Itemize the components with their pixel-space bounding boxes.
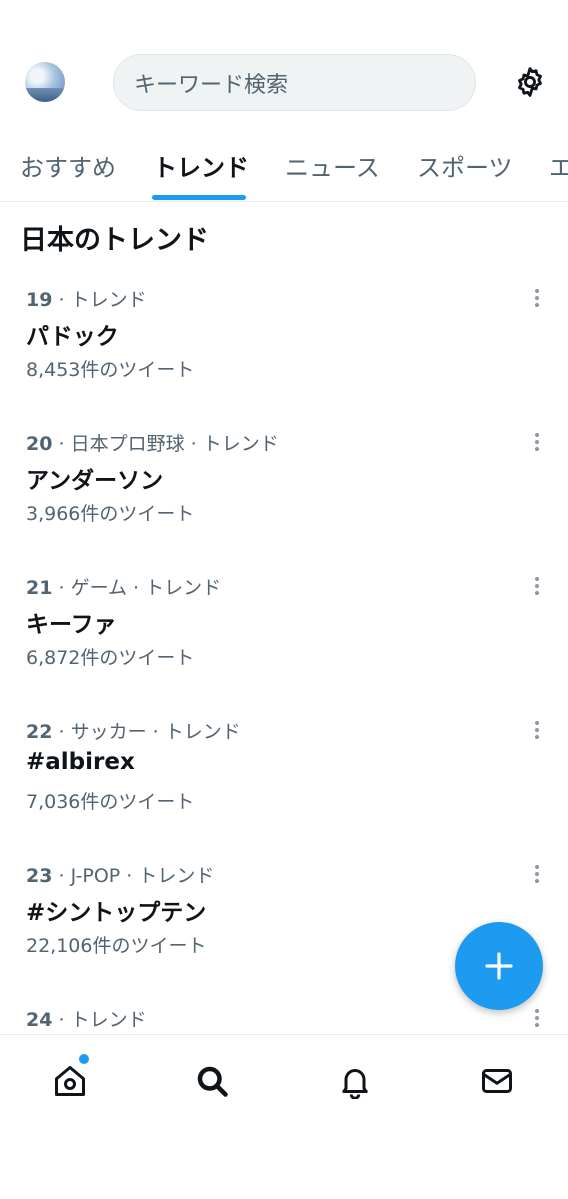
- more-icon[interactable]: [526, 861, 548, 887]
- notification-dot: [79, 1054, 89, 1064]
- more-icon[interactable]: [526, 285, 548, 311]
- trend-name: アンダーソン: [26, 468, 164, 494]
- more-icon[interactable]: [526, 573, 548, 599]
- trend-context: トレンド: [70, 1009, 147, 1031]
- section-title: 日本のトレンド: [20, 225, 209, 256]
- trend-name: #シントップテン: [26, 900, 207, 926]
- more-icon[interactable]: [526, 1005, 548, 1031]
- trend-rank: 22: [26, 721, 53, 743]
- trend-rank: 24: [26, 1009, 53, 1031]
- separator: ·: [52, 433, 71, 455]
- trend-count: 3,966件のツイート: [26, 503, 195, 525]
- tab-bar: おすすめ トレンド ニュース スポーツ エ: [0, 138, 568, 202]
- tab-entertainment[interactable]: エ: [549, 148, 568, 183]
- trend-item[interactable]: 21 · ゲーム · トレンド キーファ 6,872件のツイート: [0, 573, 568, 703]
- search-icon[interactable]: [190, 1059, 234, 1103]
- separator: ·: [52, 721, 71, 743]
- trend-name: キーファ: [26, 612, 117, 638]
- trend-meta: 24 · トレンド: [26, 1005, 147, 1032]
- trend-item[interactable]: 19 · トレンド パドック 8,453件のツイート: [0, 285, 568, 415]
- compose-button[interactable]: [455, 922, 543, 1010]
- more-icon[interactable]: [526, 429, 548, 455]
- trend-rank: 23: [26, 865, 53, 887]
- separator: ·: [52, 577, 71, 599]
- separator: ·: [52, 289, 71, 311]
- trend-item[interactable]: 20 · 日本プロ野球 · トレンド アンダーソン 3,966件のツイート: [0, 429, 568, 559]
- trend-name: パドック: [26, 324, 119, 350]
- trend-meta: 23 · J-POP · トレンド: [26, 861, 214, 888]
- trend-item[interactable]: 24 · トレンド: [0, 1005, 568, 1034]
- trend-context: J-POP · トレンド: [70, 865, 215, 887]
- trend-rank: 20: [26, 433, 53, 455]
- trend-count: 6,872件のツイート: [26, 647, 195, 669]
- search-placeholder: キーワード検索: [134, 72, 289, 98]
- tab-sports[interactable]: スポーツ: [417, 148, 513, 183]
- trend-meta: 21 · ゲーム · トレンド: [26, 573, 221, 600]
- tab-trending[interactable]: トレンド: [153, 148, 249, 183]
- trend-meta: 22 · サッカー · トレンド: [26, 717, 241, 744]
- bottom-navigation: [0, 1034, 568, 1126]
- mail-icon[interactable]: [475, 1059, 519, 1103]
- trend-rank: 19: [26, 289, 53, 311]
- trend-name: #albirex: [26, 749, 135, 775]
- trend-count: 22,106件のツイート: [26, 935, 207, 957]
- more-icon[interactable]: [526, 717, 548, 743]
- trend-rank: 21: [26, 577, 53, 599]
- separator: ·: [52, 865, 71, 887]
- trend-item[interactable]: 22 · サッカー · トレンド #albirex 7,036件のツイート: [0, 717, 568, 847]
- tab-recommended[interactable]: おすすめ: [20, 148, 116, 183]
- separator: ·: [52, 1009, 71, 1031]
- trend-count: 8,453件のツイート: [26, 359, 195, 381]
- trend-meta: 20 · 日本プロ野球 · トレンド: [26, 429, 279, 456]
- trend-meta: 19 · トレンド: [26, 285, 147, 312]
- search-input[interactable]: キーワード検索: [113, 54, 476, 111]
- avatar[interactable]: [25, 62, 65, 102]
- tab-news[interactable]: ニュース: [285, 148, 380, 183]
- plus-icon: [485, 952, 513, 980]
- trend-context: サッカー · トレンド: [70, 721, 241, 743]
- bell-icon[interactable]: [333, 1059, 377, 1103]
- trend-context: 日本プロ野球 · トレンド: [70, 433, 279, 455]
- trend-context: トレンド: [70, 289, 147, 311]
- trend-count: 7,036件のツイート: [26, 791, 195, 813]
- trend-context: ゲーム · トレンド: [70, 577, 222, 599]
- home-icon[interactable]: [48, 1059, 92, 1103]
- top-header: キーワード検索: [0, 0, 568, 130]
- gear-icon[interactable]: [510, 62, 550, 102]
- active-tab-indicator: [152, 195, 246, 200]
